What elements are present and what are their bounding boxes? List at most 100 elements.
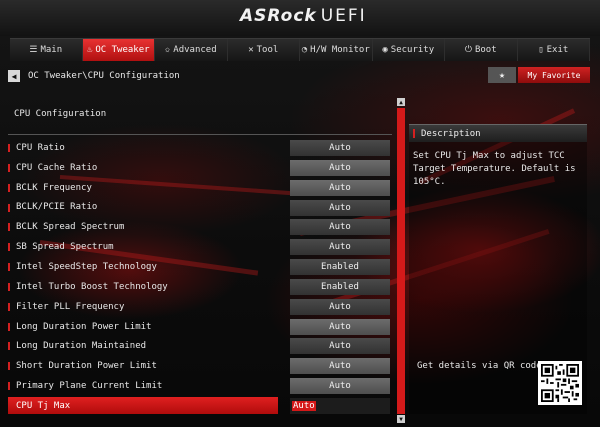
breadcrumb-path: OC Tweaker\CPU Configuration (28, 71, 180, 81)
list-icon: ☰ (29, 45, 38, 55)
setting-value: Auto (329, 381, 351, 392)
setting-value-button[interactable]: Auto (290, 397, 390, 414)
setting-row[interactable]: Long Duration Maintained Auto (8, 336, 392, 356)
setting-value: Auto (329, 301, 351, 312)
tab-label: Security (390, 45, 435, 55)
my-favorite-button[interactable]: My Favorite (518, 67, 590, 83)
setting-value: Auto (329, 242, 351, 253)
section-title: CPU Configuration (14, 109, 107, 119)
tab-advanced[interactable]: ✩ Advanced (155, 39, 228, 61)
setting-value: Enabled (321, 281, 359, 292)
setting-value: Auto (329, 182, 351, 193)
setting-label: CPU Ratio (16, 142, 65, 153)
row-marker (8, 243, 10, 252)
setting-row[interactable]: BCLK/PCIE Ratio Auto (8, 198, 392, 218)
brand-logo: ASRock UEFI (240, 6, 365, 28)
title-bar: ASRock UEFI (0, 0, 600, 36)
setting-value-button[interactable]: Auto (290, 179, 390, 196)
star-icon: ★ (498, 69, 506, 81)
setting-row[interactable]: SB Spread Spectrum Auto (8, 237, 392, 257)
tab-security[interactable]: ◉ Security (372, 39, 445, 61)
brand-name: ASRock (240, 6, 317, 26)
arrow-down-icon: ▼ (399, 415, 403, 423)
setting-row[interactable]: Intel SpeedStep Technology Enabled (8, 257, 392, 277)
qr-label: Get details via QR code (417, 361, 542, 371)
favorite-star-button[interactable]: ★ (488, 67, 516, 83)
tab-tool[interactable]: ✕ Tool (227, 39, 300, 61)
tab-main[interactable]: ☰ Main (10, 39, 83, 61)
row-marker (8, 282, 10, 291)
setting-value-button[interactable]: Auto (290, 358, 390, 375)
arrow-up-icon: ▲ (399, 98, 403, 106)
setting-value-button[interactable]: Enabled (290, 259, 390, 276)
row-marker (8, 163, 10, 172)
setting-label: Short Duration Power Limit (16, 361, 157, 372)
tab-label: Main (40, 45, 63, 55)
qr-code-icon (541, 364, 579, 402)
setting-row[interactable]: Primary Plane Current Limit Auto (8, 376, 392, 396)
setting-label: Intel SpeedStep Technology (16, 261, 157, 272)
row-marker (8, 263, 10, 272)
gauge-icon: ◔ (301, 45, 308, 55)
setting-row[interactable]: CPU Tj Max Auto (8, 396, 392, 416)
setting-row[interactable]: Long Duration Power Limit Auto (8, 317, 392, 337)
setting-value: Auto (329, 143, 351, 153)
main-nav: ☰ Main ♨ OC Tweaker ✩ Advanced ✕ Tool ◔ … (10, 38, 590, 61)
tab-oc-tweaker[interactable]: ♨ OC Tweaker (82, 39, 155, 61)
tab-label: Boot (474, 45, 497, 55)
setting-value-button[interactable]: Auto (290, 298, 390, 315)
star-icon: ✩ (164, 45, 171, 55)
setting-value-button[interactable]: Auto (290, 219, 390, 236)
scrollbar-thumb[interactable] (397, 108, 405, 414)
scroll-up-button[interactable]: ▲ (397, 98, 405, 106)
setting-row[interactable]: CPU Cache Ratio Auto (8, 158, 392, 178)
settings-list: CPU Ratio Auto CPU Cache Ratio Auto BCLK Fre… (8, 138, 392, 416)
setting-label: Long Duration Power Limit (16, 321, 152, 332)
setting-label: Filter PLL Frequency (16, 301, 125, 312)
row-marker (8, 382, 10, 391)
setting-value: Auto (292, 400, 316, 411)
setting-row[interactable]: BCLK Spread Spectrum Auto (8, 217, 392, 237)
setting-label: BCLK/PCIE Ratio (16, 202, 98, 213)
setting-value-button[interactable]: Auto (290, 239, 390, 256)
flame-icon: ♨ (86, 45, 93, 55)
setting-row[interactable]: CPU Ratio Auto (8, 138, 392, 158)
setting-value-button[interactable]: Auto (290, 199, 390, 216)
setting-value: Auto (329, 202, 351, 213)
setting-value-button[interactable]: Auto (290, 159, 390, 176)
row-marker (8, 203, 10, 212)
setting-label: BCLK Frequency (16, 182, 92, 193)
tab-hw-monitor[interactable]: ◔ H/W Monitor (300, 39, 373, 61)
row-marker (8, 322, 10, 331)
setting-value: Auto (329, 162, 351, 173)
description-header: Description (409, 124, 587, 142)
setting-label: Primary Plane Current Limit (16, 381, 163, 392)
back-button[interactable]: ◀ (8, 70, 20, 82)
setting-row[interactable]: Short Duration Power Limit Auto (8, 356, 392, 376)
setting-value-button[interactable]: Enabled (290, 278, 390, 295)
qr-code[interactable] (538, 361, 582, 405)
setting-row[interactable]: BCLK Frequency Auto (8, 178, 392, 198)
row-marker (8, 144, 10, 152)
setting-value: Auto (329, 361, 351, 372)
setting-label: CPU Tj Max (16, 400, 71, 411)
setting-value: Auto (329, 341, 351, 352)
setting-value-button[interactable]: Auto (290, 140, 390, 156)
setting-value: Auto (329, 222, 351, 233)
setting-row[interactable]: Intel Turbo Boost Technology Enabled (8, 277, 392, 297)
setting-label: CPU Cache Ratio (16, 162, 98, 173)
marker (413, 129, 415, 138)
tab-exit[interactable]: ▯ Exit (517, 39, 590, 61)
row-marker (8, 302, 10, 311)
setting-value: Auto (329, 321, 351, 332)
tab-boot[interactable]: ⏻ Boot (445, 39, 518, 61)
row-marker (8, 362, 10, 371)
setting-value-button[interactable]: Auto (290, 318, 390, 335)
setting-value-button[interactable]: Auto (290, 378, 390, 395)
scroll-down-button[interactable]: ▼ (397, 415, 405, 423)
setting-row[interactable]: Filter PLL Frequency Auto (8, 297, 392, 317)
breadcrumb: ◀ OC Tweaker\CPU Configuration ★ My Favo… (8, 67, 592, 85)
shield-icon: ◉ (382, 45, 388, 55)
tab-label: OC Tweaker (95, 45, 150, 55)
setting-value-button[interactable]: Auto (290, 338, 390, 355)
